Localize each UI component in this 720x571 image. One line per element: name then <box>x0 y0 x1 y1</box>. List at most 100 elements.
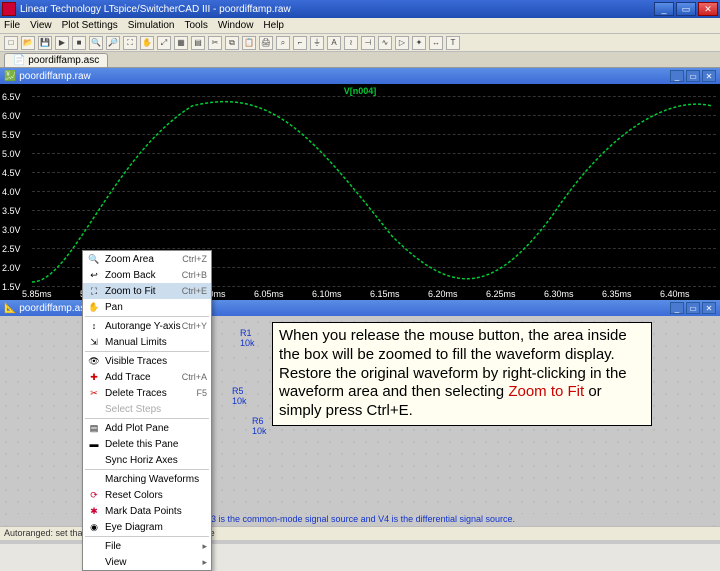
xtick: 6.35ms <box>602 289 632 299</box>
tool-cap-icon[interactable]: ⊣ <box>361 36 375 50</box>
menuitem-select-steps[interactable]: Select Steps <box>83 401 211 417</box>
tool-diode-icon[interactable]: ▷ <box>395 36 409 50</box>
minimize-button[interactable]: _ <box>654 2 674 16</box>
tool-find-icon[interactable]: ⌕ <box>276 36 290 50</box>
xtick: 6.15ms <box>370 289 400 299</box>
tool-zoom-fit-icon[interactable]: ⛶ <box>123 36 137 50</box>
tab-label: poordiffamp.asc <box>28 55 99 66</box>
schematic-close-button[interactable]: ✕ <box>702 302 716 314</box>
menuitem-mark-data[interactable]: ✱Mark Data Points <box>83 503 211 519</box>
tool-stop-icon[interactable]: ■ <box>72 36 86 50</box>
tool-new-icon[interactable]: □ <box>4 36 18 50</box>
tool-comp-icon[interactable]: ✦ <box>412 36 426 50</box>
menuitem-pan[interactable]: ✋Pan <box>83 299 211 315</box>
tool-paste-icon[interactable]: 📋 <box>242 36 256 50</box>
menu-help[interactable]: Help <box>263 20 284 31</box>
toolbar: □ 📂 💾 ▶ ■ 🔍 🔎 ⛶ ✋ ⤢ ▦ ▤ ✂ ⧉ 📋 🖨 ⌕ ⌐ ⏚ A … <box>0 34 720 52</box>
menu-window[interactable]: Window <box>218 20 254 31</box>
limits-icon: ⇲ <box>87 336 101 348</box>
delete-pane-icon: ▬ <box>87 438 101 450</box>
instruction-highlight: Zoom to Fit <box>508 383 584 400</box>
waveform-close-button[interactable]: ✕ <box>702 70 716 82</box>
tool-print-icon[interactable]: 🖨 <box>259 36 273 50</box>
xtick: 6.30ms <box>544 289 574 299</box>
menu-tools[interactable]: Tools <box>184 20 207 31</box>
zoom-back-icon: ↩ <box>87 269 101 281</box>
schematic-max-button[interactable]: ▭ <box>686 302 700 314</box>
menuitem-marching-waves[interactable]: Marching Waveforms <box>83 471 211 487</box>
document-tabs: 📄 poordiffamp.asc <box>0 52 720 68</box>
menu-plot-settings[interactable]: Plot Settings <box>62 20 118 31</box>
trace-name[interactable]: V[n004] <box>344 86 377 96</box>
menu-simulation[interactable]: Simulation <box>128 20 175 31</box>
close-button[interactable]: ✕ <box>698 2 718 16</box>
reset-colors-icon: ⟳ <box>87 489 101 501</box>
menuitem-visible-traces[interactable]: 👁Visible Traces <box>83 353 211 369</box>
menuitem-reset-colors[interactable]: ⟳Reset Colors <box>83 487 211 503</box>
menuitem-file-submenu[interactable]: File▸ <box>83 538 211 554</box>
xtick: 6.20ms <box>428 289 458 299</box>
menuitem-zoom-back[interactable]: ↩Zoom BackCtrl+B <box>83 267 211 283</box>
waveform-titlebar: 💹 poordiffamp.raw _ ▭ ✕ <box>0 68 720 84</box>
schematic-min-button[interactable]: _ <box>670 302 684 314</box>
zoom-fit-icon: ⛶ <box>87 285 101 297</box>
tool-copy-icon[interactable]: ⧉ <box>225 36 239 50</box>
tool-open-icon[interactable]: 📂 <box>21 36 35 50</box>
tool-label-icon[interactable]: A <box>327 36 341 50</box>
schematic-title: poordiffamp.asc <box>19 303 90 314</box>
xtick: 6.25ms <box>486 289 516 299</box>
tool-zoom-out-icon[interactable]: 🔎 <box>106 36 120 50</box>
tab-icon: 📄 <box>13 55 25 66</box>
menuitem-autorange-y[interactable]: ↕Autorange Y-axisCtrl+Y <box>83 318 211 334</box>
tool-text-icon[interactable]: T <box>446 36 460 50</box>
menuitem-delete-pane[interactable]: ▬Delete this Pane <box>83 436 211 452</box>
tool-cut-icon[interactable]: ✂ <box>208 36 222 50</box>
instruction-overlay: When you release the mouse button, the a… <box>272 322 652 426</box>
menuitem-zoom-to-fit[interactable]: ⛶Zoom to FitCtrl+E <box>83 283 211 299</box>
menu-view[interactable]: View <box>30 20 52 31</box>
xtick: 6.05ms <box>254 289 284 299</box>
tool-zoom-in-icon[interactable]: 🔍 <box>89 36 103 50</box>
tool-run-icon[interactable]: ▶ <box>55 36 69 50</box>
schematic-icon: 📐 <box>4 303 16 314</box>
tool-move-icon[interactable]: ↔ <box>429 36 443 50</box>
menuitem-zoom-area[interactable]: 🔍Zoom AreaCtrl+Z <box>83 251 211 267</box>
maximize-button[interactable]: ▭ <box>676 2 696 16</box>
component-r6-val: 10k <box>252 426 267 436</box>
menuitem-delete-traces[interactable]: ✂Delete TracesF5 <box>83 385 211 401</box>
xtick: 6.40ms <box>660 289 690 299</box>
menuitem-add-trace[interactable]: ✚Add TraceCtrl+A <box>83 369 211 385</box>
tool-pick-icon[interactable]: ⤢ <box>157 36 171 50</box>
tool-cascade-icon[interactable]: ▤ <box>191 36 205 50</box>
tab-poordiffamp-asc[interactable]: 📄 poordiffamp.asc <box>4 53 108 67</box>
ytick: 1.5V <box>2 282 21 292</box>
tool-wire-icon[interactable]: ⌐ <box>293 36 307 50</box>
ytick: 4.5V <box>2 168 21 178</box>
tool-ind-icon[interactable]: ∿ <box>378 36 392 50</box>
ytick: 3.5V <box>2 206 21 216</box>
menuitem-sync-axes[interactable]: Sync Horiz Axes <box>83 452 211 468</box>
waveform-min-button[interactable]: _ <box>670 70 684 82</box>
ytick: 5.0V <box>2 149 21 159</box>
menuitem-eye-diagram[interactable]: ◉Eye Diagram <box>83 519 211 535</box>
xtick: 6.10ms <box>312 289 342 299</box>
waveform-max-button[interactable]: ▭ <box>686 70 700 82</box>
ytick: 4.0V <box>2 187 21 197</box>
menuitem-add-plot-pane[interactable]: ▤Add Plot Pane <box>83 420 211 436</box>
wave-icon: 💹 <box>4 71 16 82</box>
menuitem-view-submenu[interactable]: View▸ <box>83 554 211 570</box>
component-r5-val: 10k <box>232 396 247 406</box>
tool-gnd-icon[interactable]: ⏚ <box>310 36 324 50</box>
tool-tile-icon[interactable]: ▦ <box>174 36 188 50</box>
tool-res-icon[interactable]: ≀ <box>344 36 358 50</box>
component-r6-name: R6 <box>252 416 264 426</box>
visible-icon: 👁 <box>87 355 101 367</box>
tool-pan-icon[interactable]: ✋ <box>140 36 154 50</box>
menuitem-manual-limits[interactable]: ⇲Manual Limits <box>83 334 211 350</box>
xtick: 5.85ms <box>22 289 52 299</box>
component-r1-name: R1 <box>240 328 252 338</box>
component-r5-name: R5 <box>232 386 244 396</box>
menu-file[interactable]: File <box>4 20 20 31</box>
tool-save-icon[interactable]: 💾 <box>38 36 52 50</box>
mark-points-icon: ✱ <box>87 505 101 517</box>
